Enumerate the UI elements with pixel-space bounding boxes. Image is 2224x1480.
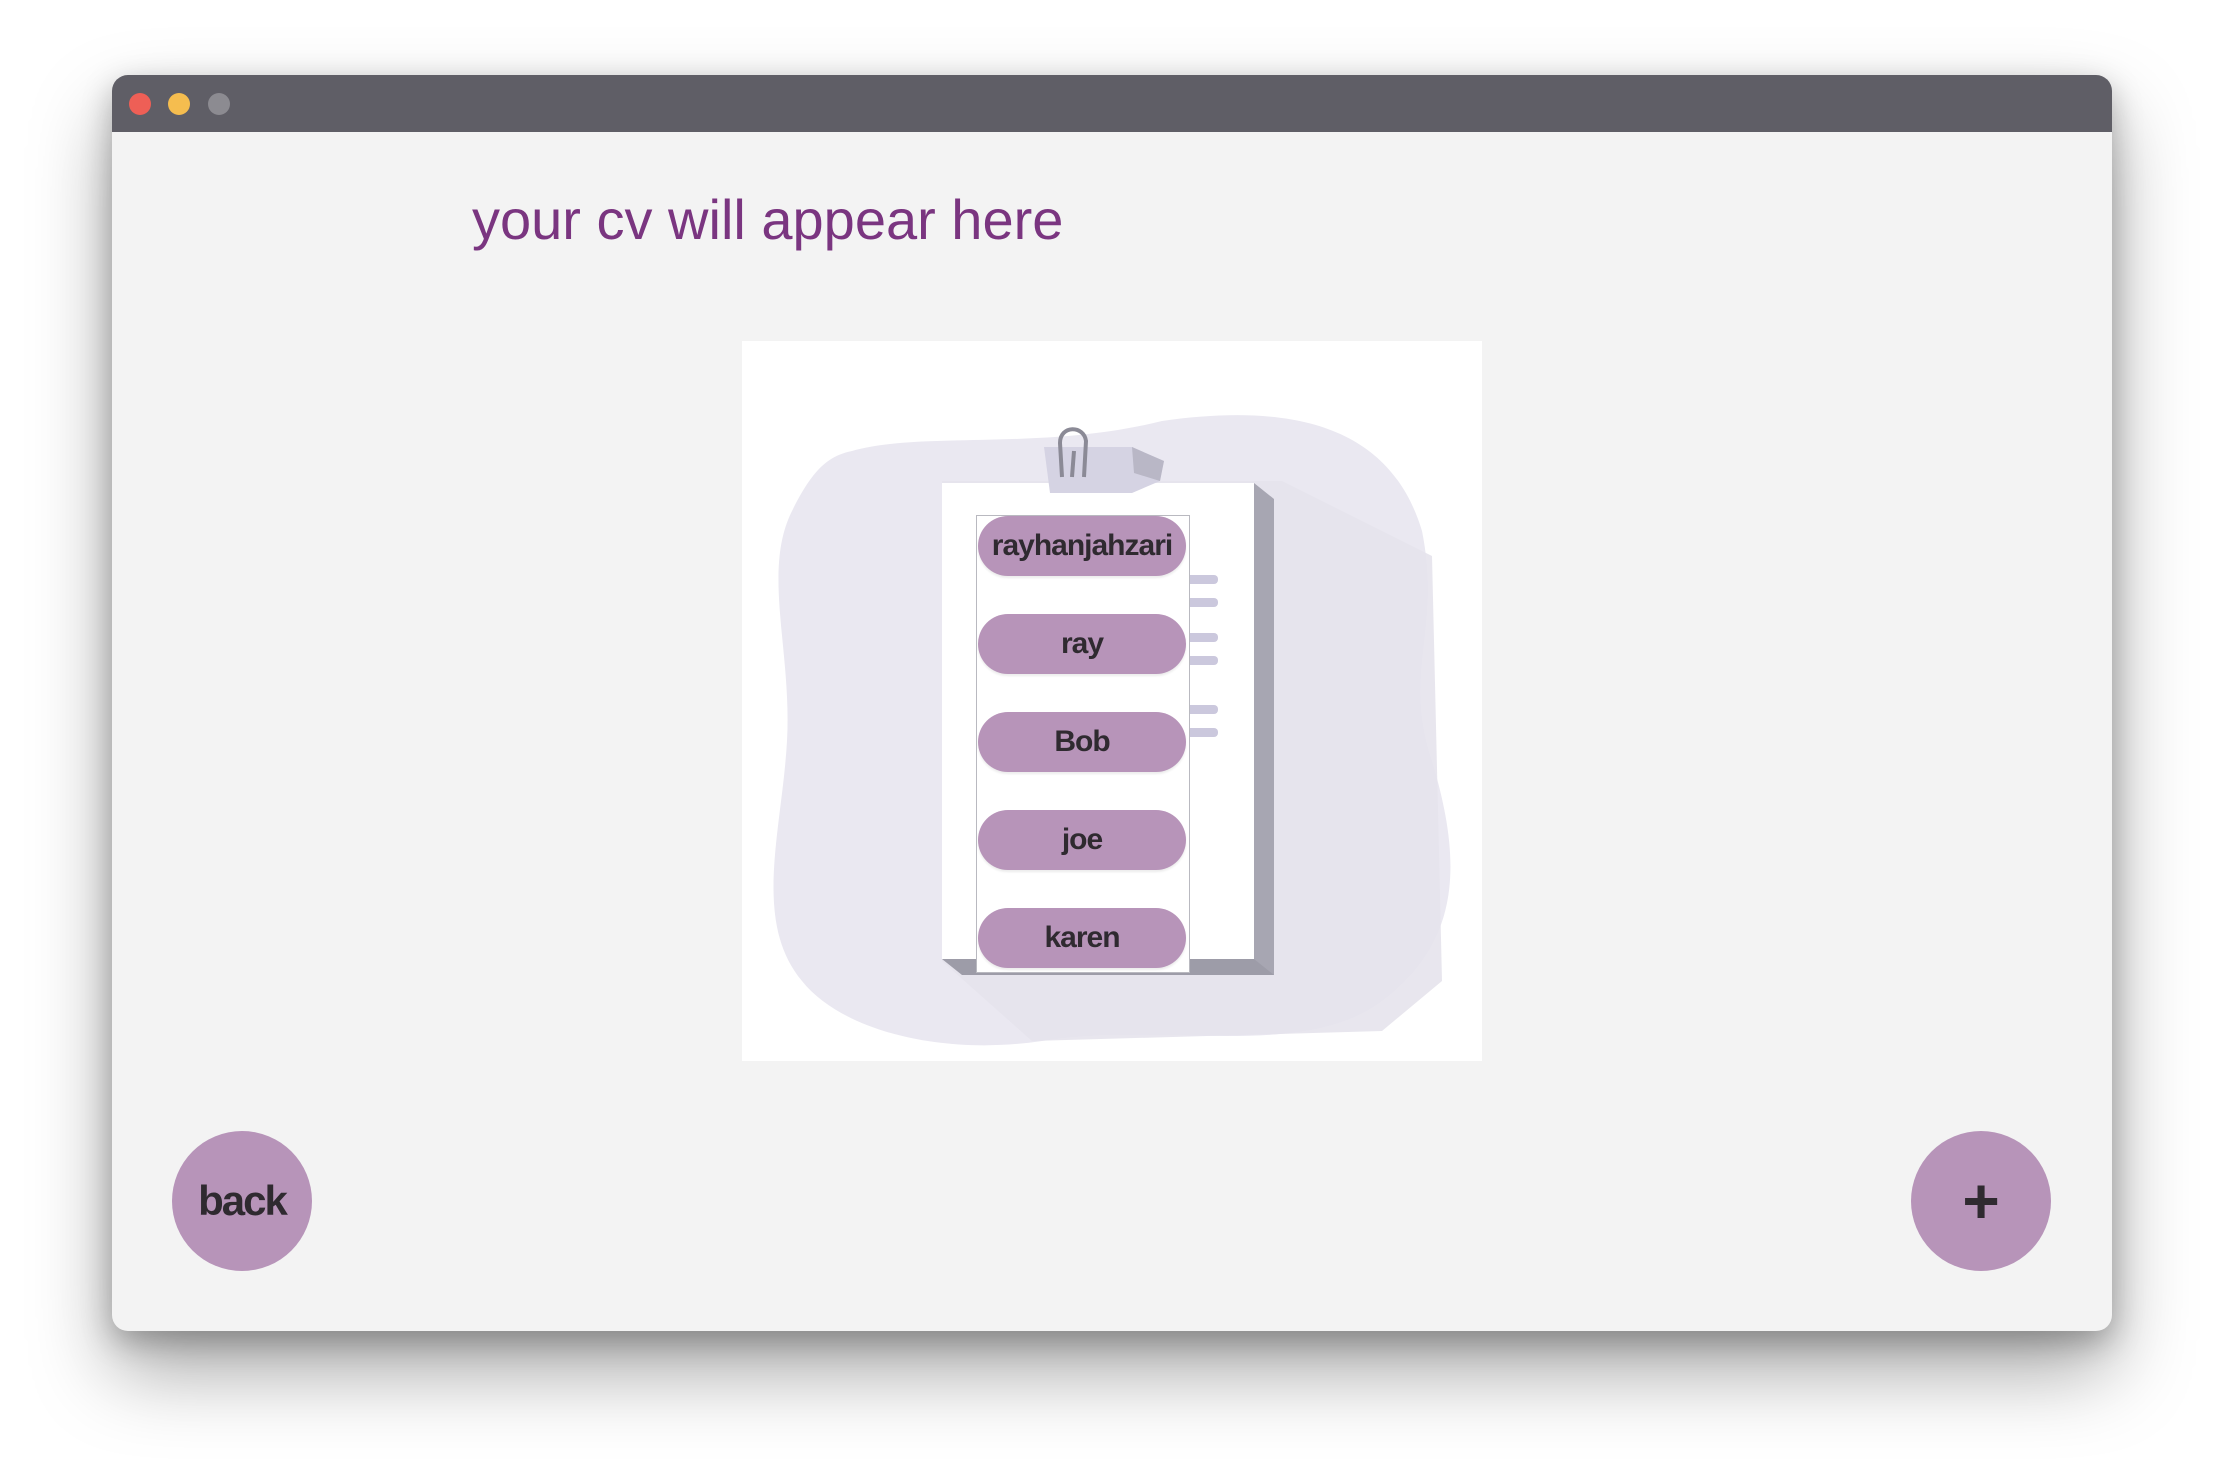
minimize-window-button[interactable] [168,93,190,115]
cv-item-4[interactable]: karen [978,908,1186,968]
cv-item-1[interactable]: ray [978,614,1186,674]
page-title: your cv will appear here [472,188,1064,251]
title-bar [112,75,2112,132]
back-button[interactable]: back [172,1131,312,1271]
cv-item-3[interactable]: joe [978,810,1186,870]
cv-item-2[interactable]: Bob [978,712,1186,772]
app-window: your cv will appear here rayhanjahzari r… [112,75,2112,1331]
add-cv-button[interactable]: + [1911,1131,2051,1271]
close-window-button[interactable] [129,93,151,115]
page-side [1254,483,1274,975]
cv-item-0[interactable]: rayhanjahzari [978,516,1186,576]
zoom-window-button[interactable] [208,93,230,115]
cv-illustration-card: rayhanjahzari ray Bob joe karen [742,341,1482,1061]
cv-name-list: rayhanjahzari ray Bob joe karen [976,515,1190,973]
